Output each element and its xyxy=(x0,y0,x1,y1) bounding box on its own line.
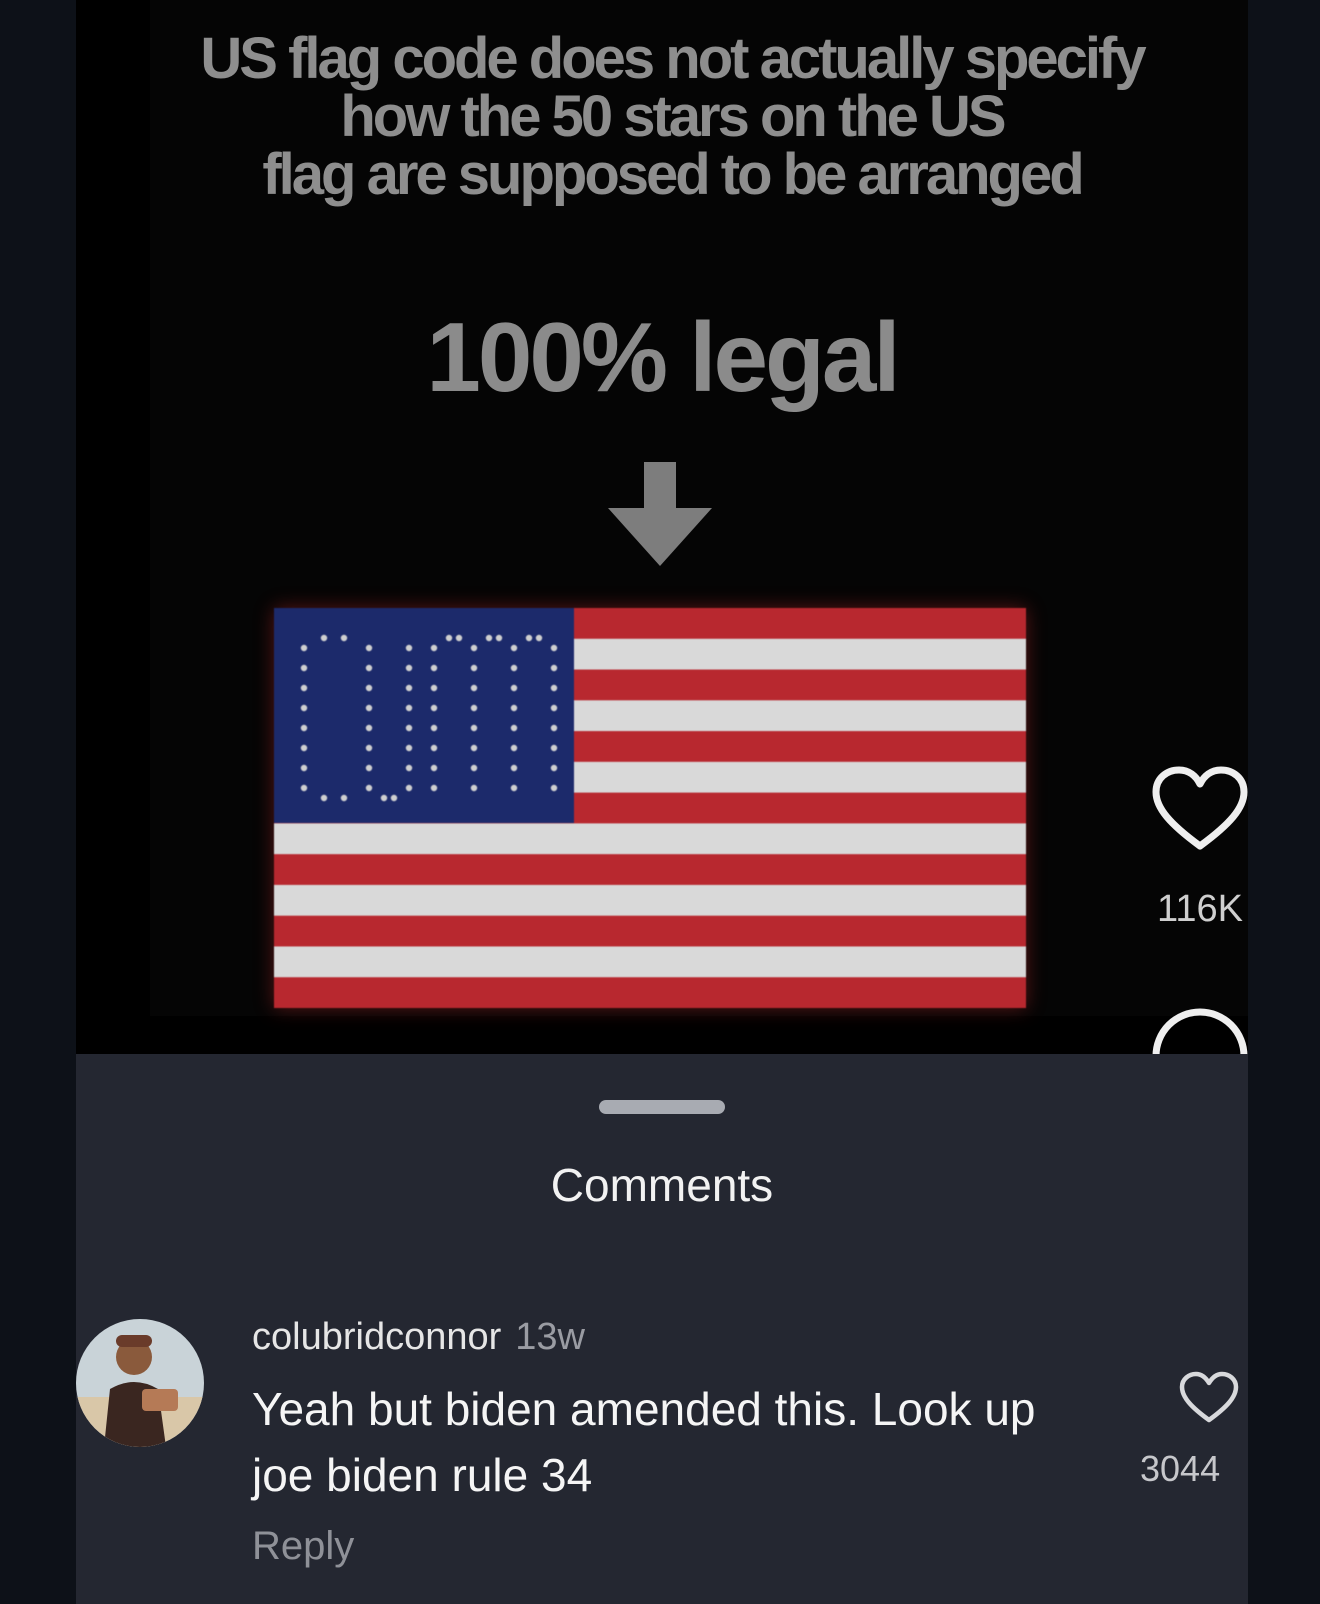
flag-star xyxy=(550,744,558,752)
flag-star xyxy=(405,684,413,692)
flag-star xyxy=(405,724,413,732)
flag-stripe xyxy=(274,915,1026,947)
flag-star xyxy=(535,634,543,642)
video-player[interactable]: US flag code does not actually specify h… xyxy=(76,0,1248,1056)
flag-star xyxy=(430,724,438,732)
flag-star xyxy=(300,784,308,792)
flag-star xyxy=(430,664,438,672)
flag-star xyxy=(550,684,558,692)
flag-star xyxy=(455,634,463,642)
flag-star xyxy=(470,724,478,732)
flag-star xyxy=(510,764,518,772)
flag-stripe xyxy=(274,823,1026,855)
flag-star xyxy=(300,704,308,712)
arrow-down-icon xyxy=(608,462,712,566)
flag-stripe xyxy=(274,884,1026,917)
flag-star xyxy=(510,644,518,652)
flag-star xyxy=(430,764,438,772)
flag-stripe xyxy=(274,977,1026,1008)
flag-star xyxy=(390,794,398,802)
flag-star xyxy=(510,704,518,712)
flag-star xyxy=(300,744,308,752)
flag-star xyxy=(320,794,328,802)
like-count: 116K xyxy=(1157,888,1243,930)
flag-star xyxy=(430,704,438,712)
flag-star xyxy=(550,704,558,712)
reply-button[interactable]: Reply xyxy=(252,1524,354,1569)
flag-star xyxy=(510,724,518,732)
video-caption: 100% legal xyxy=(426,302,900,412)
flag-star xyxy=(405,704,413,712)
flag-star xyxy=(550,724,558,732)
flag-star xyxy=(300,724,308,732)
phone-screen: US flag code does not actually specify h… xyxy=(76,0,1248,1604)
flag-star xyxy=(550,644,558,652)
avatar[interactable] xyxy=(76,1319,204,1447)
flag-star xyxy=(320,634,328,642)
flag-star xyxy=(405,784,413,792)
video-headline: US flag code does not actually specify h… xyxy=(200,26,1146,207)
flag-stripe xyxy=(274,854,1026,886)
flag-star xyxy=(430,744,438,752)
flag-star xyxy=(485,634,493,642)
flag-star xyxy=(550,764,558,772)
comment-like-count: 3044 xyxy=(1140,1448,1221,1489)
flag-star xyxy=(470,664,478,672)
flag-star xyxy=(470,644,478,652)
flag-star xyxy=(405,664,413,672)
flag-star xyxy=(405,764,413,772)
heart-outline-icon[interactable] xyxy=(1178,1370,1240,1426)
flag-star xyxy=(300,764,308,772)
flag-star xyxy=(365,744,373,752)
comments-sheet: Comments colubridconnor 13w Yeah but bide… xyxy=(76,1054,1248,1604)
flag-star xyxy=(365,684,373,692)
comment-timestamp: 13w xyxy=(515,1316,585,1358)
flag-star xyxy=(430,784,438,792)
comment-text: Yeah but biden amended this. Look up joe… xyxy=(252,1383,1036,1501)
flag-stripe xyxy=(274,946,1026,978)
flag-star xyxy=(445,634,453,642)
flag-star xyxy=(430,644,438,652)
flag-star xyxy=(550,784,558,792)
flag-star xyxy=(470,704,478,712)
flag-star xyxy=(510,784,518,792)
flag-star xyxy=(365,644,373,652)
flag-star xyxy=(365,724,373,732)
flag-star xyxy=(525,634,533,642)
heart-outline-icon[interactable] xyxy=(1150,764,1248,854)
flag-star xyxy=(340,634,348,642)
sheet-drag-handle[interactable] xyxy=(599,1100,725,1114)
flag-star xyxy=(510,664,518,672)
flag-star xyxy=(470,784,478,792)
flag-star xyxy=(405,644,413,652)
comment-username[interactable]: colubridconnor 13w xyxy=(252,1316,585,1359)
flag-star xyxy=(405,744,413,752)
flag-star xyxy=(510,684,518,692)
flag-star xyxy=(365,664,373,672)
flag-star xyxy=(470,744,478,752)
us-flag-image xyxy=(274,608,1026,1008)
flag-star xyxy=(300,644,308,652)
sheet-title: Comments xyxy=(550,1159,774,1211)
flag-star xyxy=(380,794,388,802)
comment-bubble-icon[interactable] xyxy=(1150,996,1248,1056)
flag-star xyxy=(365,704,373,712)
flag-star xyxy=(470,764,478,772)
flag-star xyxy=(340,794,348,802)
username-text[interactable]: colubridconnor xyxy=(252,1316,501,1358)
flag-star xyxy=(430,684,438,692)
flag-star xyxy=(510,744,518,752)
flag-star xyxy=(550,664,558,672)
flag-star xyxy=(300,684,308,692)
flag-star xyxy=(470,684,478,692)
flag-star xyxy=(495,634,503,642)
flag-star xyxy=(300,664,308,672)
flag-star xyxy=(365,764,373,772)
flag-star xyxy=(365,784,373,792)
